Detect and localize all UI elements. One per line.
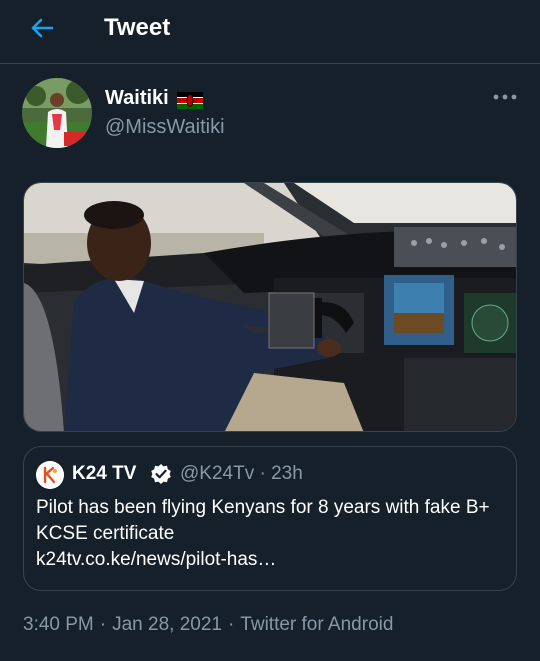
tweet-photo[interactable] [23,182,517,432]
tweet-time[interactable]: 3:40 PM [23,612,94,638]
author-handle[interactable]: @MissWaitiki [105,114,225,140]
page-title: Tweet [104,14,171,41]
author-name-text: Waitiki [105,87,169,109]
tweet-date[interactable]: Jan 28, 2021 [112,612,222,638]
source-separator: · [227,614,235,635]
kenya-flag-icon [176,91,203,109]
quoted-author-name: K24 TV [72,463,137,484]
tweet-timestamp: 3:40 PM · Jan 28, 2021 · Twitter for And… [23,612,393,638]
quoted-body: Pilot has been flying Kenyans for 8 year… [36,497,490,544]
avatar[interactable] [22,78,92,148]
more-horizontal-icon [493,94,517,100]
tweet-source[interactable]: Twitter for Android [240,612,393,638]
quoted-link[interactable]: k24tv.co.ke/news/pilot-has… [36,547,508,573]
quoted-avatar[interactable] [36,461,64,489]
author-display-name[interactable]: Waitiki [105,86,203,110]
more-button[interactable] [490,86,520,108]
quoted-separator: · [259,463,266,484]
verified-badge-icon [151,464,171,484]
quoted-tweet[interactable]: K24 TV @K24Tv · 23h Pilot has been flyin… [23,446,517,591]
back-button[interactable] [24,14,60,42]
quoted-time: 23h [271,463,303,484]
quoted-handle: @K24Tv [180,463,255,484]
k24-logo-icon [36,461,64,489]
timestamp-separator: · [99,614,107,635]
top-bar: Tweet [0,0,540,64]
quoted-meta: @K24Tv · 23h [180,461,303,487]
quoted-tweet-text: Pilot has been flying Kenyans for 8 year… [36,495,508,573]
arrow-left-icon [31,18,54,38]
